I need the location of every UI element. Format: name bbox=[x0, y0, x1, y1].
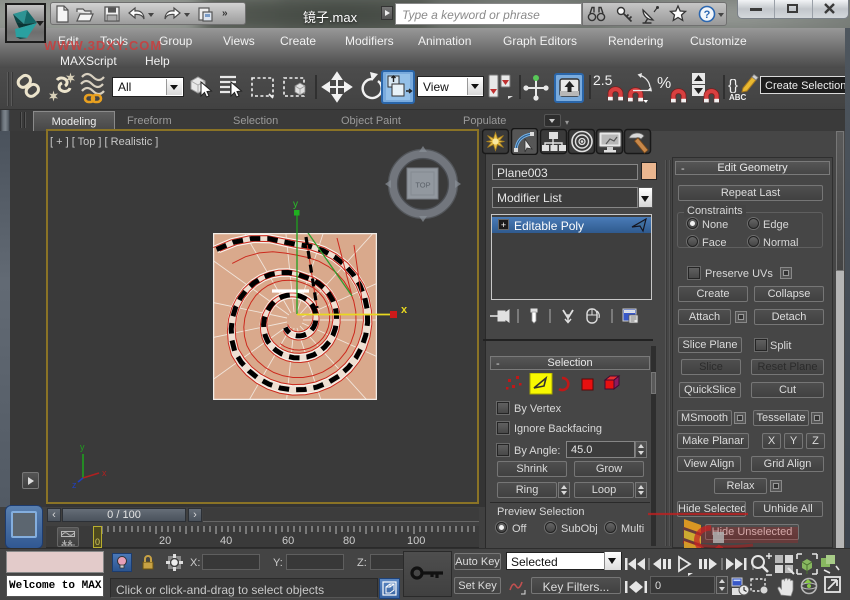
svg-text:y: y bbox=[293, 199, 298, 210]
svg-text:z: z bbox=[72, 480, 77, 490]
svg-text:x: x bbox=[102, 468, 107, 478]
svg-text:ABC: ABC bbox=[729, 93, 747, 102]
svg-text:%: % bbox=[657, 75, 671, 92]
svg-text:x: x bbox=[401, 304, 408, 316]
svg-text:2.5: 2.5 bbox=[593, 72, 613, 88]
svg-text:y: y bbox=[80, 442, 85, 452]
svg-text:?: ? bbox=[704, 9, 711, 21]
svg-text:{}: {} bbox=[728, 77, 738, 94]
